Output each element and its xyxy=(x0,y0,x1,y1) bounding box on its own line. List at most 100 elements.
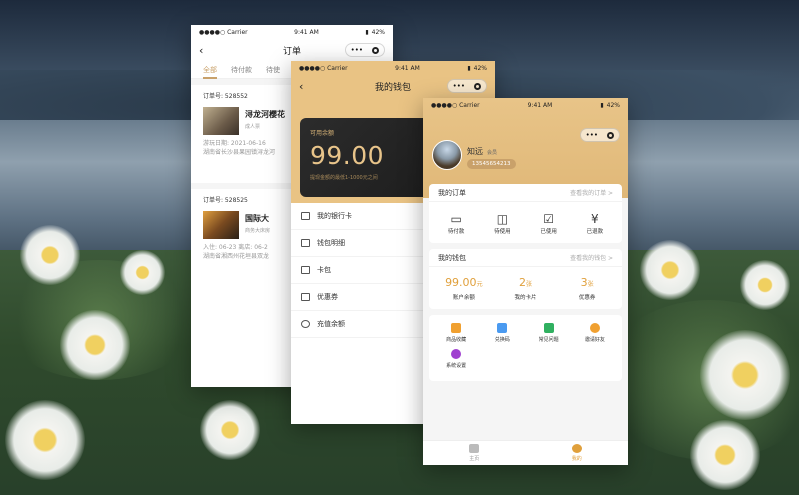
time-label: 9:41 AM xyxy=(395,64,420,72)
back-icon[interactable]: ‹ xyxy=(299,80,303,93)
tool-label: 系统设置 xyxy=(446,363,467,369)
tab-pending-payment[interactable]: 待付款 xyxy=(231,65,252,78)
profile-icon xyxy=(571,444,582,453)
tool-label: 常见问题 xyxy=(538,337,559,343)
wallet-icon: ▭ xyxy=(450,212,462,226)
wallet-unit: 张 xyxy=(525,281,532,288)
battery-icon: ▮ xyxy=(467,64,471,72)
tab-label: 我的 xyxy=(571,456,582,462)
order-item-sub: 成人票 xyxy=(245,124,261,130)
tool-label: 兑换码 xyxy=(494,337,510,343)
battery-label: 42% xyxy=(473,64,487,72)
wallet-value: 99.00 xyxy=(445,276,477,289)
refund-icon: ¥ xyxy=(591,212,599,226)
wallet-value: 3 xyxy=(580,276,588,289)
more-icon[interactable]: ••• xyxy=(586,131,598,139)
tab-label: 主页 xyxy=(469,456,480,462)
card-icon xyxy=(301,266,310,274)
section-title: 我的钱包 xyxy=(438,253,466,262)
tab-to-use[interactable]: 待使 xyxy=(266,65,280,78)
page-title: 我的钱包 xyxy=(374,82,411,93)
carrier-label: ●●●●○ Carrier xyxy=(431,101,480,109)
battery-icon: ▮ xyxy=(600,101,604,109)
order-status-label: 待使用 xyxy=(494,229,511,235)
order-status-refunded[interactable]: ¥ 已退款 xyxy=(575,211,615,235)
coupon-icon xyxy=(301,293,310,301)
tool-label: 邀请好友 xyxy=(584,337,605,343)
order-item-name: 国际大 xyxy=(245,214,269,223)
orders-section: 我的订单 查看我的订单 > ▭ 待付款 ◫ 待使用 ☑ 已使用 ¥ 已退款 xyxy=(429,184,622,243)
avatar[interactable] xyxy=(432,140,462,170)
page-title: 订单 xyxy=(282,46,301,57)
more-icon[interactable]: ••• xyxy=(453,82,465,90)
tools-section: 商品收藏 兑换码 常见问题 邀请好友 系统设置 xyxy=(429,315,622,381)
status-bar: ●●●●○ Carrier 9:41 AM ▮ 42% xyxy=(423,98,628,112)
battery-icon: ▮ xyxy=(365,28,369,36)
wallet-coupons[interactable]: 3张优惠券 xyxy=(562,276,612,301)
wallet-cards[interactable]: 2张我的卡片 xyxy=(500,276,550,301)
tool-label: 商品收藏 xyxy=(446,337,467,343)
wallet-balance[interactable]: 99.00元账户余额 xyxy=(439,276,489,301)
view-wallet-link[interactable]: 查看我的钱包 > xyxy=(570,253,613,262)
profile-screen: ●●●●○ Carrier 9:41 AM ▮ 42% ••• 知远 会员 1354… xyxy=(423,98,628,465)
tool-redeem-code[interactable]: 兑换码 xyxy=(479,323,525,343)
tool-invite[interactable]: 邀请好友 xyxy=(572,323,618,343)
wallet-unit: 张 xyxy=(587,281,594,288)
home-icon xyxy=(469,444,480,453)
order-thumbnail xyxy=(203,107,239,135)
user-name: 知远 xyxy=(467,147,483,156)
mini-program-capsule[interactable]: ••• xyxy=(580,128,620,142)
invite-icon xyxy=(589,323,600,333)
tab-profile[interactable]: 我的 xyxy=(526,441,629,465)
faq-icon xyxy=(543,323,554,333)
mini-program-capsule[interactable]: ••• xyxy=(345,43,385,57)
mini-program-capsule[interactable]: ••• xyxy=(447,79,487,93)
tool-faq[interactable]: 常见问题 xyxy=(526,323,572,343)
nav-bar: ‹ 订单 ••• xyxy=(191,39,393,61)
menu-label: 卡包 xyxy=(317,266,331,274)
back-icon[interactable]: ‹ xyxy=(199,44,203,57)
nav-bar: ‹ 我的钱包 ••• xyxy=(291,75,495,97)
battery-label: 42% xyxy=(371,28,385,36)
wallet-detail-icon xyxy=(301,239,310,247)
menu-label: 钱包明细 xyxy=(317,239,345,247)
check-icon: ☑ xyxy=(543,212,554,226)
phone-badge: 13545654213 xyxy=(467,159,516,169)
tab-all[interactable]: 全部 xyxy=(203,65,217,79)
tab-home[interactable]: 主页 xyxy=(423,441,526,465)
time-label: 9:41 AM xyxy=(527,101,553,109)
tab-bar: 主页 我的 xyxy=(423,440,628,465)
close-circle-icon[interactable] xyxy=(607,131,615,139)
wallet-label: 我的卡片 xyxy=(514,295,537,301)
tool-settings[interactable]: 系统设置 xyxy=(433,349,479,369)
user-tag: 会员 xyxy=(487,150,498,156)
tool-favorites[interactable]: 商品收藏 xyxy=(433,323,479,343)
menu-label: 充值余额 xyxy=(317,320,345,328)
wallet-section: 我的钱包 查看我的钱包 > 99.00元 账户余额 2张 我的卡片 3张 优惠券 xyxy=(429,249,622,309)
order-item-sub: 商务大床房 xyxy=(245,228,271,234)
wallet-unit: 元 xyxy=(476,281,483,288)
close-circle-icon[interactable] xyxy=(474,82,482,90)
wallet-label: 账户余额 xyxy=(452,295,475,301)
favorites-icon xyxy=(451,323,462,333)
status-bar: ●●●●○ Carrier 9:41 AM ▮ 42% xyxy=(191,25,393,39)
view-orders-link[interactable]: 查看我的订单 > xyxy=(570,188,613,197)
more-icon[interactable]: ••• xyxy=(351,46,363,54)
order-status-label: 已退款 xyxy=(586,229,604,235)
close-circle-icon[interactable] xyxy=(372,46,380,54)
settings-icon xyxy=(451,349,462,359)
order-status-pending-payment[interactable]: ▭ 待付款 xyxy=(436,211,476,235)
order-status-used[interactable]: ☑ 已使用 xyxy=(529,211,569,235)
order-item-name: 浔龙河樱花 xyxy=(245,110,285,119)
menu-label: 我的银行卡 xyxy=(317,212,352,220)
order-thumbnail xyxy=(203,211,239,239)
wallet-value: 2 xyxy=(518,276,526,289)
section-title: 我的订单 xyxy=(438,188,466,197)
wallet-label: 优惠券 xyxy=(578,295,596,301)
battery-label: 42% xyxy=(606,101,620,109)
status-bar: ●●●●○ Carrier 9:41 AM ▮ 42% xyxy=(291,61,495,75)
order-status-to-use[interactable]: ◫ 待使用 xyxy=(482,211,522,235)
order-status-label: 待付款 xyxy=(447,229,465,235)
ticket-icon: ◫ xyxy=(496,212,509,226)
redeem-code-icon xyxy=(497,323,508,333)
